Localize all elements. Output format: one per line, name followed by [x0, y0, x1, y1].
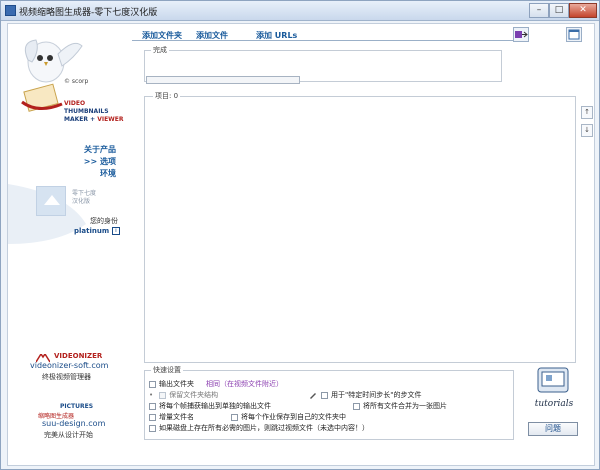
help-button[interactable]: 问题 [528, 422, 578, 436]
suu-design-link[interactable]: suu-design.com [42, 419, 105, 428]
skip-existing-option[interactable]: 如果磁盘上存在所有必需的图片，则跳过视频文件（未选中内容！） [149, 423, 369, 433]
logo-line3b: VIEWER [97, 116, 124, 123]
output-folder-value[interactable]: 相同（在视频文件附近） [206, 379, 283, 389]
upload-thumbnail-icon [36, 186, 66, 216]
increment-name-option[interactable]: 增量文件名 [149, 412, 194, 422]
increment-name-checkbox[interactable] [149, 413, 156, 421]
increment-name-label: 增量文件名 [159, 413, 194, 421]
identity-value: platinum [74, 227, 110, 235]
thumbnail-caption-line2: 汉化版 [72, 198, 91, 205]
extract-each-label: 将每个帧捕获输出到单独的输出文件 [159, 402, 271, 410]
tutorials-label: tutorials [535, 399, 574, 409]
keep-structure-label: 保留文件夹结构 [169, 391, 219, 399]
extract-each-option[interactable]: 将每个帧捕获输出到单独的输出文件 [149, 401, 271, 411]
quick-settings-group: 快速设置 输出文件夹 相同（在视频文件附近） • 保留文件夹结构 用于"特定时间… [144, 365, 514, 440]
videonizer-link[interactable]: videonizer-soft.com [30, 361, 108, 370]
keep-structure-checkbox[interactable] [159, 391, 167, 399]
bitmap-step-checkbox[interactable] [321, 391, 328, 399]
progress-label: 完成 [151, 45, 169, 55]
thumbnail-caption: 零下七度 汉化版 [72, 190, 96, 206]
move-down-button[interactable]: ↓ [581, 124, 593, 137]
save-own-folder-label: 将每个作业保存到自己的文件夹中 [241, 413, 346, 421]
export-icon [515, 31, 528, 38]
items-list[interactable]: 项目: 0 [144, 91, 576, 363]
close-button[interactable]: ✕ [569, 3, 597, 18]
product-logo-text: VIDEO THUMBNAILS MAKER + VIEWER [64, 100, 124, 124]
videonizer-brand: VIDEONIZER [54, 352, 103, 360]
logo-line3a: MAKER + [64, 116, 98, 123]
bitmap-step-option[interactable]: 用于"特定时间步长"的步文件 [309, 390, 421, 400]
merge-all-option[interactable]: 将所有文件合并为一张图片 [353, 401, 447, 411]
info-icon[interactable]: i [112, 227, 120, 235]
move-up-button[interactable]: ↑ [581, 106, 593, 119]
minimize-button[interactable]: – [529, 3, 549, 18]
pencil-icon [310, 393, 316, 399]
nav-options[interactable]: >> 选项 [44, 156, 116, 168]
logo-line1: VIDEO [64, 100, 86, 107]
save-own-folder-checkbox[interactable] [231, 413, 238, 421]
suu-design-desc: 完美从设计开始 [44, 431, 93, 439]
title-bar: 视频缩略图生成器-零下七度汉化版 – □ ✕ [1, 1, 599, 21]
bitmap-step-label: 用于"特定时间步长"的步文件 [331, 391, 422, 399]
output-folder-option[interactable]: 输出文件夹 相同（在视频文件附近） [149, 379, 283, 389]
videonizer-desc: 终极视频管理器 [42, 373, 91, 381]
toolbar-divider [132, 40, 522, 41]
maximize-button[interactable]: □ [549, 3, 569, 18]
output-folder-label: 输出文件夹 [159, 380, 194, 388]
merge-all-checkbox[interactable] [353, 402, 360, 410]
window-mode-button[interactable] [566, 27, 582, 42]
window-title: 视频缩略图生成器-零下七度汉化版 [19, 8, 158, 18]
merge-all-label: 将所有文件合并为一张图片 [363, 402, 447, 410]
save-own-folder-option[interactable]: 将每个作业保存到自己的文件夹中 [231, 412, 346, 422]
sidebar: © scorp VIDEO THUMBNAILS MAKER + VIEWER … [8, 24, 130, 465]
app-window: 视频缩略图生成器-零下七度汉化版 – □ ✕ © scorp VIDEO THU… [0, 0, 600, 470]
sidebar-nav: 关于产品 >> 选项 环境 [44, 144, 116, 180]
items-count-label: 项目: 0 [153, 91, 181, 101]
scorp-label: © scorp [64, 78, 89, 85]
tutorials-icon[interactable]: tutorials [526, 364, 582, 412]
client-area: © scorp VIDEO THUMBNAILS MAKER + VIEWER … [7, 23, 595, 466]
skip-existing-label: 如果磁盘上存在所有必需的图片，则跳过视频文件（未选中内容！） [159, 424, 369, 432]
output-folder-checkbox[interactable] [149, 380, 156, 388]
identity-label: 您的身份 [90, 217, 118, 225]
window-icon [568, 29, 580, 40]
quick-settings-label: 快速设置 [151, 365, 183, 375]
progress-bar [146, 76, 300, 84]
thumbnail-caption-line1: 零下七度 [72, 190, 97, 197]
logo-line2: THUMBNAILS [64, 108, 109, 115]
extract-each-checkbox[interactable] [149, 402, 156, 410]
nav-about[interactable]: 关于产品 [44, 144, 116, 156]
export-button[interactable] [513, 27, 529, 42]
bullet-icon: • [149, 391, 154, 399]
nav-environment[interactable]: 环境 [44, 168, 116, 180]
skip-existing-checkbox[interactable] [149, 424, 156, 432]
app-icon [5, 5, 16, 16]
keep-structure-option[interactable]: • 保留文件夹结构 [149, 390, 218, 400]
pictures-brand: PICTURES [60, 403, 94, 410]
